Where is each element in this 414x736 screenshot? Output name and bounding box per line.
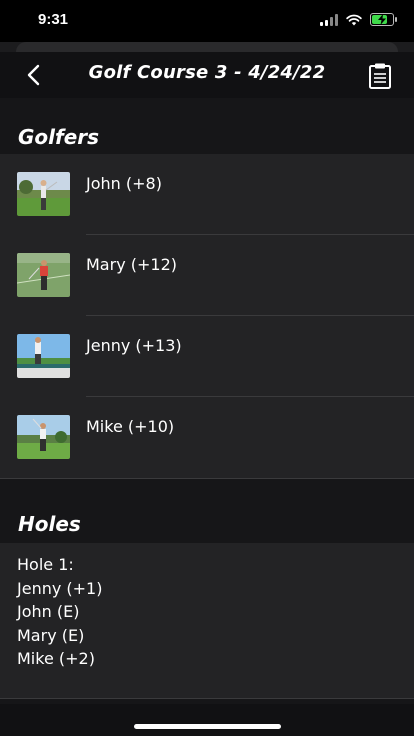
holes-section-title: Holes <box>18 512 81 536</box>
golfer-name: John (+8) <box>86 174 162 193</box>
golfer-row[interactable]: Mary (+12) <box>0 235 414 316</box>
content-area: Golfers John (+8) Mary (+12) Jenny (+13)… <box>0 98 414 704</box>
hole-summary-text: Hole 1: Jenny (+1) John (E) Mary (E) Mik… <box>17 553 102 671</box>
hole-line: Mike (+2) <box>17 649 95 668</box>
clipboard-icon <box>369 63 391 89</box>
divider <box>0 698 414 699</box>
golfer-photo <box>17 253 70 297</box>
golfers-section-title: Golfers <box>18 125 100 149</box>
hole-line: Jenny (+1) <box>17 578 103 598</box>
status-bar: 9:31 <box>0 0 414 42</box>
holes-section-header: Holes <box>0 479 414 543</box>
golfer-photo <box>17 172 70 216</box>
wifi-icon <box>346 14 362 25</box>
golfer-photo <box>17 334 70 378</box>
golfer-name: Mike (+10) <box>86 417 175 436</box>
golfers-section-header: Golfers <box>0 98 414 154</box>
golfer-name: Jenny (+13) <box>86 336 182 355</box>
golfer-row[interactable]: Jenny (+13) <box>0 316 414 397</box>
page-title: Golf Course 3 - 4/24/22 <box>88 62 326 83</box>
hole-summary[interactable]: Hole 1: Jenny (+1) John (E) Mary (E) Mik… <box>0 543 414 698</box>
golfer-row[interactable]: Mike (+10) <box>0 397 414 478</box>
cellular-signal-icon <box>320 13 338 26</box>
golfer-list: John (+8) Mary (+12) Jenny (+13) Mike (+… <box>0 154 414 478</box>
chevron-left-icon <box>27 64 40 86</box>
bottom-bar <box>0 704 414 736</box>
navigation-bar: Golf Course 3 - 4/24/22 <box>0 52 414 98</box>
home-indicator[interactable] <box>134 724 281 729</box>
status-time: 9:31 <box>38 11 69 28</box>
battery-charging-icon <box>370 13 397 26</box>
golfer-row[interactable]: John (+8) <box>0 154 414 235</box>
golfer-photo <box>17 415 70 459</box>
back-button[interactable] <box>22 60 50 90</box>
clipboard-button[interactable] <box>368 62 392 90</box>
golfer-name: Mary (+12) <box>86 255 177 274</box>
hole-line: Mary (E) <box>17 625 85 645</box>
hole-line: John (E) <box>17 602 80 621</box>
hole-line: Hole 1: <box>17 555 74 574</box>
sheet-edge <box>16 42 398 52</box>
status-icons <box>320 13 397 26</box>
